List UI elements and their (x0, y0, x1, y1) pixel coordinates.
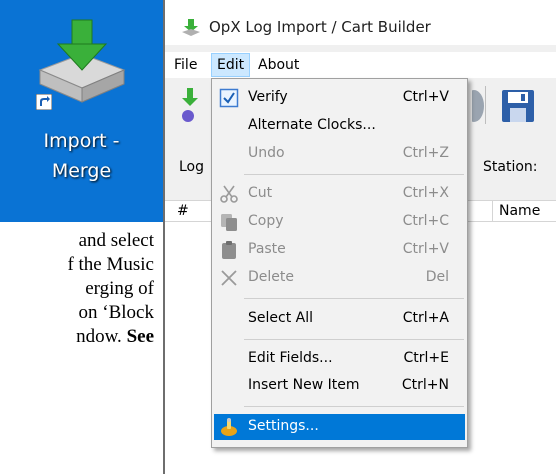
menu-edit[interactable]: Edit (211, 53, 251, 77)
menu-item-shortcut: Ctrl+X (402, 185, 449, 201)
menu-separator (244, 339, 464, 340)
menu-item-insert-new-item[interactable]: Insert New Item Ctrl+N (214, 373, 465, 399)
menu-item-label: Paste (248, 241, 286, 257)
menu-item-delete[interactable]: Delete Del (214, 265, 465, 291)
desktop-shortcut-import-merge[interactable]: Import - Merge (0, 0, 163, 222)
window-title: OpX Log Import / Cart Builder (209, 18, 431, 36)
desktop-label-line1: Import - (43, 130, 120, 152)
menu-item-label: Verify (248, 89, 288, 105)
menu-item-paste[interactable]: Paste Ctrl+V (214, 237, 465, 263)
menu-file[interactable]: File (169, 53, 202, 77)
settings-icon (221, 418, 237, 436)
menu-item-label: Settings... (248, 418, 319, 434)
menu-item-label: Insert New Item (248, 377, 360, 393)
save-icon[interactable] (501, 89, 535, 123)
doc-line: f the Music (67, 254, 154, 275)
edit-menu-dropdown: Verify Ctrl+V Alternate Clocks... Undo C… (211, 78, 468, 448)
menu-item-shortcut: Ctrl+A (402, 310, 449, 326)
menu-item-label: Edit Fields... (248, 350, 333, 366)
opx-app-icon (182, 19, 200, 36)
scissors-icon (220, 185, 238, 203)
menu-item-label: Alternate Clocks... (248, 117, 376, 133)
menu-item-edit-fields[interactable]: Edit Fields... Ctrl+E (214, 346, 465, 372)
shortcut-arrow-icon (36, 94, 52, 110)
delete-x-icon (221, 270, 237, 286)
menu-item-undo[interactable]: Undo Ctrl+Z (214, 141, 465, 167)
menu-item-cut[interactable]: Cut Ctrl+X (214, 181, 465, 207)
menu-bar: File Edit About (165, 52, 556, 78)
menu-item-shortcut: Ctrl+N (401, 377, 449, 393)
column-header-name[interactable]: Name (499, 203, 540, 219)
menu-item-label: Copy (248, 213, 284, 229)
menu-item-label: Undo (248, 145, 285, 161)
menu-item-settings[interactable]: Settings... (214, 414, 465, 440)
menu-separator (244, 406, 464, 407)
menu-item-label: Cut (248, 185, 273, 201)
doc-bold-text: See (126, 326, 154, 347)
menu-item-shortcut: Del (425, 269, 449, 285)
menu-item-copy[interactable]: Copy Ctrl+C (214, 209, 465, 235)
doc-line-text: ndow. (76, 326, 127, 347)
doc-line: erging of (85, 278, 154, 299)
menu-item-shortcut: Ctrl+V (402, 241, 449, 257)
menu-item-alternate-clocks[interactable]: Alternate Clocks... (214, 113, 465, 139)
toolbar-separator (485, 86, 486, 124)
doc-line: and select (78, 230, 154, 251)
menu-separator (244, 298, 464, 299)
menu-about[interactable]: About (253, 53, 304, 77)
verify-checkbox-icon (219, 88, 239, 108)
menu-item-label: Select All (248, 310, 313, 326)
copy-icon (221, 214, 237, 231)
menu-item-label: Delete (248, 269, 294, 285)
doc-line: ndow. See (76, 326, 154, 348)
log-label: Log (179, 159, 205, 175)
title-bar[interactable]: OpX Log Import / Cart Builder (165, 0, 556, 45)
import-merge-icon (38, 19, 126, 103)
column-divider[interactable] (492, 201, 493, 222)
menu-item-shortcut: Ctrl+C (402, 213, 449, 229)
column-header-number[interactable]: # (177, 203, 189, 219)
menu-separator (244, 174, 464, 175)
station-label: Station: (483, 159, 538, 175)
menu-item-shortcut: Ctrl+V (402, 89, 449, 105)
paste-icon (222, 241, 236, 259)
menu-item-select-all[interactable]: Select All Ctrl+A (214, 306, 465, 332)
menu-item-shortcut: Ctrl+E (403, 350, 450, 366)
document-text: and select f the Music erging of on ‘Blo… (0, 225, 160, 474)
menu-item-verify[interactable]: Verify Ctrl+V (214, 85, 465, 111)
import-tool-icon[interactable] (179, 86, 201, 126)
menu-item-shortcut: Ctrl+Z (402, 145, 449, 161)
desktop-label-line2: Merge (51, 160, 112, 182)
doc-line: on ‘Block (78, 302, 154, 323)
